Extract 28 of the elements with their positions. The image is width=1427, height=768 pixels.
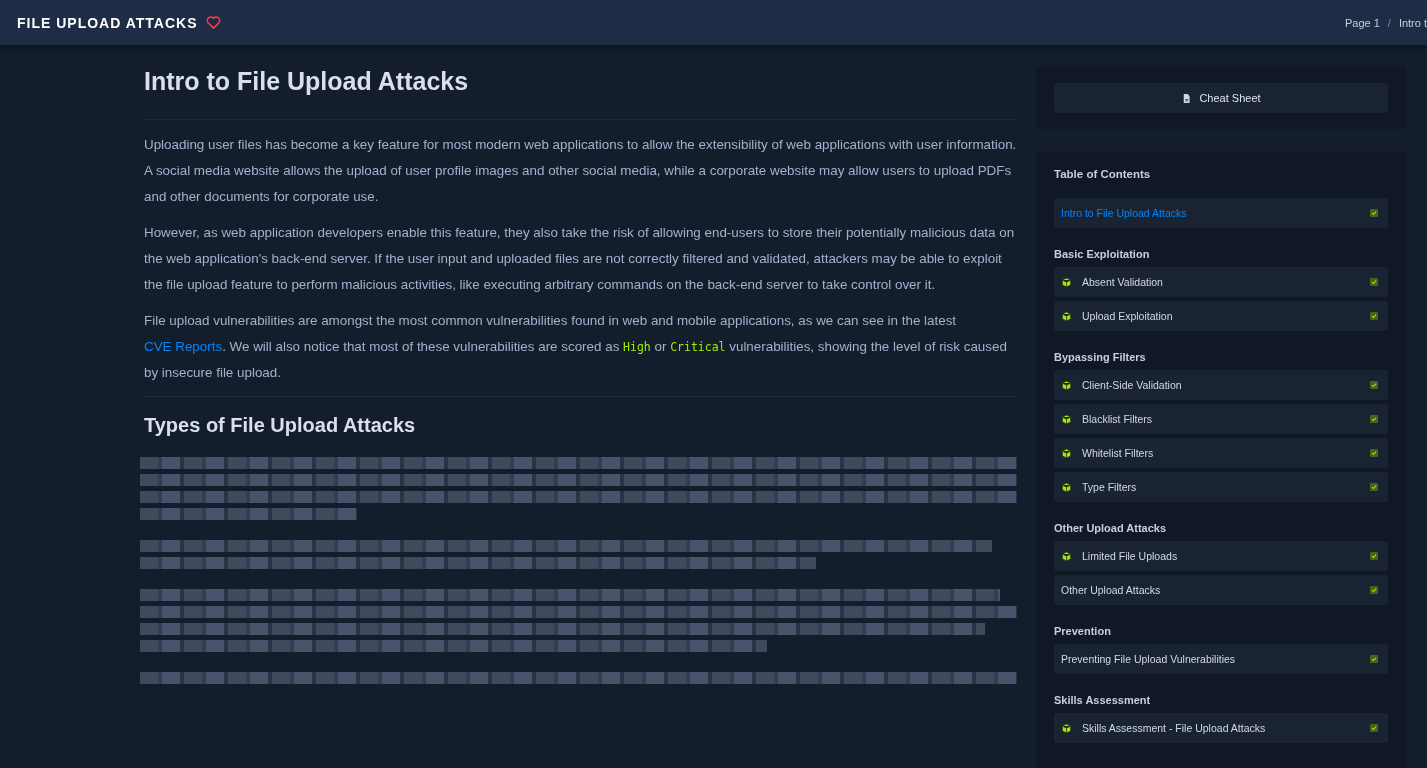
toc-item[interactable]: Skills Assessment - File Upload Attacks	[1054, 713, 1388, 743]
section-heading: Types of File Upload Attacks	[144, 414, 417, 437]
toc-heading: Table of Contents	[1054, 168, 1152, 180]
toc-item[interactable]: Other Upload Attacks	[1054, 575, 1388, 605]
toc-section-title: Bypassing Filters	[1054, 351, 1147, 363]
page-title: Intro to File Upload Attacks	[144, 66, 470, 96]
toc-item[interactable]: Client-Side Validation	[1054, 370, 1388, 400]
toc-item[interactable]: Intro to File Upload Attacks	[1054, 198, 1388, 228]
document-icon	[1181, 92, 1193, 104]
cheat-sheet-button[interactable]: Cheat Sheet	[1054, 83, 1388, 113]
toc-item[interactable]: Limited File Uploads	[1054, 541, 1388, 571]
toc-section-title: Prevention	[1054, 625, 1112, 637]
module-title: FILE UPLOAD ATTACKS	[17, 14, 198, 31]
toc-item[interactable]: Whitelist Filters	[1054, 438, 1388, 468]
breadcrumb-separator: /	[1387, 16, 1391, 29]
toc-item[interactable]: Absent Validation	[1054, 267, 1388, 297]
toc-section-title: Skills Assessment	[1054, 694, 1152, 706]
toc-section-title: Other Upload Attacks	[1054, 522, 1168, 534]
paragraph: File upload vulnerabilities are amongst the most common vulnerabilities found in web and mobile applications, as we can see in the latest CVE Reports. We will also notice that most of these vulnerabilities are scored as High or Critical vulnerabilities, showing the level of risk caused by insecure file upload.	[144, 312, 1008, 382]
paragraph: However, as web application developers enable this feature, they also take the risk of allowing end-users to store their potentially malicious data on the web application's back-end server. If the user input and uploaded files are not correctly filtered and validated, attackers may be able to exploit the file upload feature to perform malicious activities, like executing arbitrary commands on the back-end server to take control over it.	[144, 224, 1016, 294]
paragraph: Uploading user files has become a key feature for most modern web applications to allow the extensibility of web applications with user information. A social media website allows the upload of user profile images and other social media, while a corporate website may allow users to upload PDFs and other documents for corporate use.	[144, 136, 1017, 206]
toc-item[interactable]: Type Filters	[1054, 472, 1388, 502]
toc-item[interactable]: Blacklist Filters	[1054, 404, 1388, 434]
breadcrumb-link[interactable]: Intro t	[1398, 16, 1427, 29]
toc-item[interactable]: Preventing File Upload Vulnerabilities	[1054, 644, 1388, 674]
breadcrumb-link[interactable]: Page 1	[1344, 16, 1380, 29]
toc-section-title: Basic Exploitation	[1054, 248, 1151, 260]
toc-item[interactable]: Upload Exploitation	[1054, 301, 1388, 331]
